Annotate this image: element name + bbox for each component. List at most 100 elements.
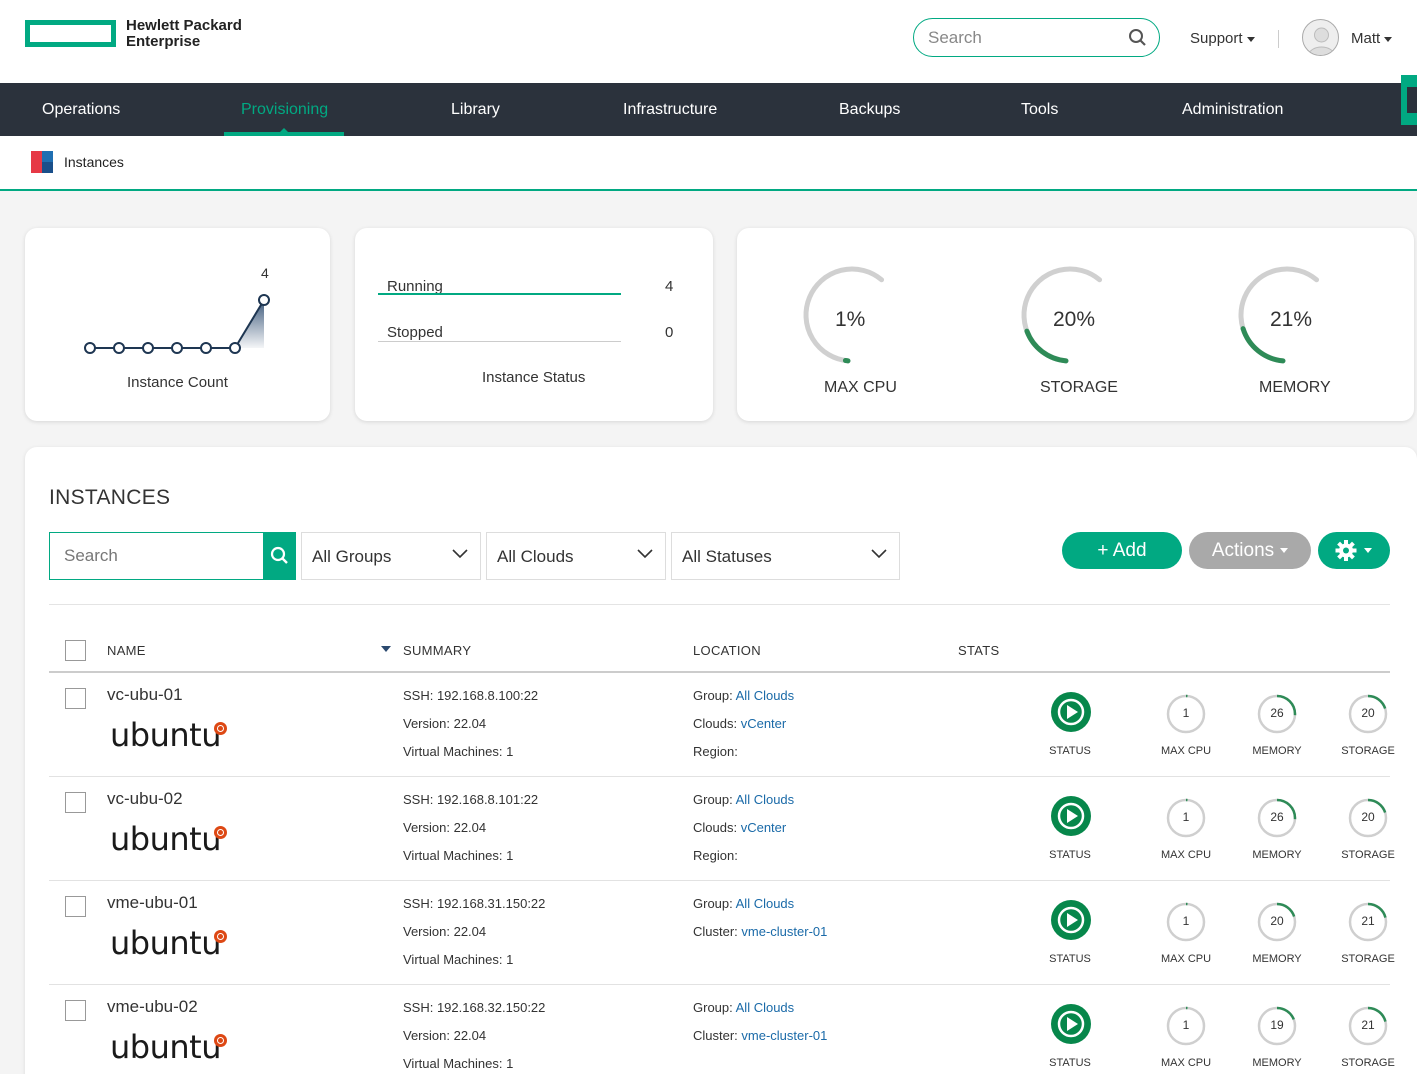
stat-cpu-label: MAX CPU — [1160, 1057, 1212, 1069]
table-row[interactable]: vc-ubu-01 ubuntu SSH: 192.168.8.100:22 V… — [49, 673, 1395, 777]
ubuntu-circle-icon — [214, 826, 227, 839]
groups-filter[interactable]: All Groups — [301, 532, 481, 580]
brand-name[interactable]: Hewlett Packard Enterprise — [126, 18, 242, 50]
nav-infrastructure[interactable]: Infrastructure — [623, 83, 717, 136]
stat-memory-value: 26 — [1270, 706, 1284, 720]
statuses-filter[interactable]: All Statuses — [671, 532, 900, 580]
location-group-label: Group: — [693, 792, 736, 807]
location-cloud-link[interactable]: vme-cluster-01 — [741, 924, 827, 939]
nav-operations[interactable]: Operations — [42, 83, 120, 136]
location-cloud-link[interactable]: vCenter — [741, 716, 787, 731]
column-header-summary: SUMMARY — [403, 643, 472, 658]
ubuntu-logo: ubuntu — [110, 1028, 221, 1066]
gauge-value-arc — [1240, 326, 1286, 364]
nav-administration[interactable]: Administration — [1182, 83, 1283, 136]
hpe-logo-icon[interactable] — [25, 20, 116, 47]
sparkline-point — [84, 342, 96, 354]
instances-search-button[interactable] — [263, 531, 296, 580]
stat-cpu-label: MAX CPU — [1160, 849, 1212, 861]
storage-gauge-label: STORAGE — [1040, 379, 1118, 396]
instances-search-input[interactable] — [64, 546, 254, 566]
location-cloud-label: Clouds: — [693, 820, 741, 835]
instance-name[interactable]: vc-ubu-02 — [107, 789, 183, 809]
location-group-link[interactable]: All Clouds — [736, 1000, 795, 1015]
instance-status-caption: Instance Status — [482, 369, 586, 386]
summary-vms: Virtual Machines: 1 — [403, 1056, 514, 1071]
sparkline-point — [258, 294, 270, 306]
table-row[interactable]: vc-ubu-02 ubuntu SSH: 192.168.8.101:22 V… — [49, 777, 1395, 881]
summary-vms: Virtual Machines: 1 — [403, 848, 514, 863]
location-group-link[interactable]: All Clouds — [736, 688, 795, 703]
ubuntu-circle-icon — [214, 1034, 227, 1047]
location-cloud: Clouds: vCenter — [693, 716, 786, 731]
location-group-link[interactable]: All Clouds — [736, 896, 795, 911]
instance-status-card: Running 4 Stopped 0 Instance Status — [355, 228, 713, 421]
instances-panel: INSTANCES All Groups All Clouds All Stat… — [25, 447, 1417, 1074]
actions-button[interactable]: Actions — [1189, 532, 1311, 569]
user-avatar-icon — [1307, 27, 1336, 55]
breadcrumb-label: Instances — [64, 154, 124, 170]
sort-desc-icon[interactable] — [381, 646, 391, 653]
brand-line-2: Enterprise — [126, 33, 201, 50]
stat-memory-ring: 19 — [1257, 1006, 1297, 1046]
instance-count-card: 4 Instance Count — [25, 228, 330, 421]
chevron-down-icon — [1280, 548, 1289, 554]
row-checkbox[interactable] — [65, 896, 86, 917]
location-group-label: Group: — [693, 896, 736, 911]
add-instance-button[interactable]: + Add — [1062, 532, 1182, 569]
location-group-link[interactable]: All Clouds — [736, 792, 795, 807]
nav-library[interactable]: Library — [451, 83, 500, 136]
stopped-bar — [378, 341, 621, 342]
side-panel-toggle[interactable] — [1401, 75, 1417, 125]
column-header-name[interactable]: NAME — [107, 643, 146, 658]
instance-count-value: 4 — [261, 265, 269, 281]
stat-cpu-value: 1 — [1182, 810, 1190, 824]
nav-backups[interactable]: Backups — [839, 83, 900, 136]
gauge-value-arc — [1024, 328, 1069, 364]
location-group: Group: All Clouds — [693, 1000, 794, 1015]
divider — [1278, 30, 1279, 48]
play-status-icon[interactable] — [1050, 1003, 1092, 1045]
play-status-icon[interactable] — [1050, 691, 1092, 733]
global-search[interactable] — [913, 18, 1160, 57]
clouds-filter[interactable]: All Clouds — [486, 532, 666, 580]
row-checkbox[interactable] — [65, 688, 86, 709]
search-icon[interactable] — [1128, 28, 1147, 47]
table-row[interactable]: vme-ubu-02 ubuntu SSH: 192.168.32.150:22… — [49, 985, 1395, 1074]
play-status-icon[interactable] — [1050, 899, 1092, 941]
stat-storage-value: 21 — [1361, 914, 1375, 928]
play-status-icon[interactable] — [1050, 795, 1092, 837]
settings-button[interactable] — [1318, 532, 1390, 569]
select-all-checkbox[interactable] — [65, 640, 86, 661]
instance-name[interactable]: vme-ubu-01 — [107, 893, 198, 913]
instances-icon — [31, 151, 53, 173]
column-header-location: LOCATION — [693, 643, 761, 658]
chevron-down-icon — [1384, 36, 1393, 42]
stat-memory-value: 26 — [1270, 810, 1284, 824]
location-cloud-label: Cluster: — [693, 924, 742, 939]
avatar[interactable] — [1302, 19, 1339, 56]
stat-cpu-ring: 1 — [1166, 1006, 1206, 1046]
location-cloud-link[interactable]: vCenter — [741, 820, 787, 835]
clouds-filter-label: All Clouds — [497, 547, 574, 566]
global-search-input[interactable] — [928, 28, 1118, 48]
instances-search[interactable] — [49, 531, 296, 580]
ubuntu-logo: ubuntu — [110, 924, 221, 962]
row-checkbox[interactable] — [65, 792, 86, 813]
stat-cpu-ring: 1 — [1166, 694, 1206, 734]
toolbar-divider — [49, 604, 1390, 605]
stat-storage-label: STORAGE — [1341, 1057, 1395, 1069]
support-menu[interactable]: Support — [1190, 30, 1255, 47]
user-menu[interactable]: Matt — [1351, 30, 1393, 47]
instance-name[interactable]: vc-ubu-01 — [107, 685, 183, 705]
table-row[interactable]: vme-ubu-01 ubuntu SSH: 192.168.31.150:22… — [49, 881, 1395, 985]
ubuntu-logo: ubuntu — [110, 716, 221, 754]
row-checkbox[interactable] — [65, 1000, 86, 1021]
stat-storage-value: 20 — [1361, 810, 1375, 824]
column-header-stats: STATS — [958, 643, 1000, 658]
nav-tools[interactable]: Tools — [1021, 83, 1058, 136]
location-cloud-link[interactable]: vme-cluster-01 — [741, 1028, 827, 1043]
instance-count-caption: Instance Count — [127, 374, 228, 391]
sparkline-point — [229, 342, 241, 354]
instance-name[interactable]: vme-ubu-02 — [107, 997, 198, 1017]
